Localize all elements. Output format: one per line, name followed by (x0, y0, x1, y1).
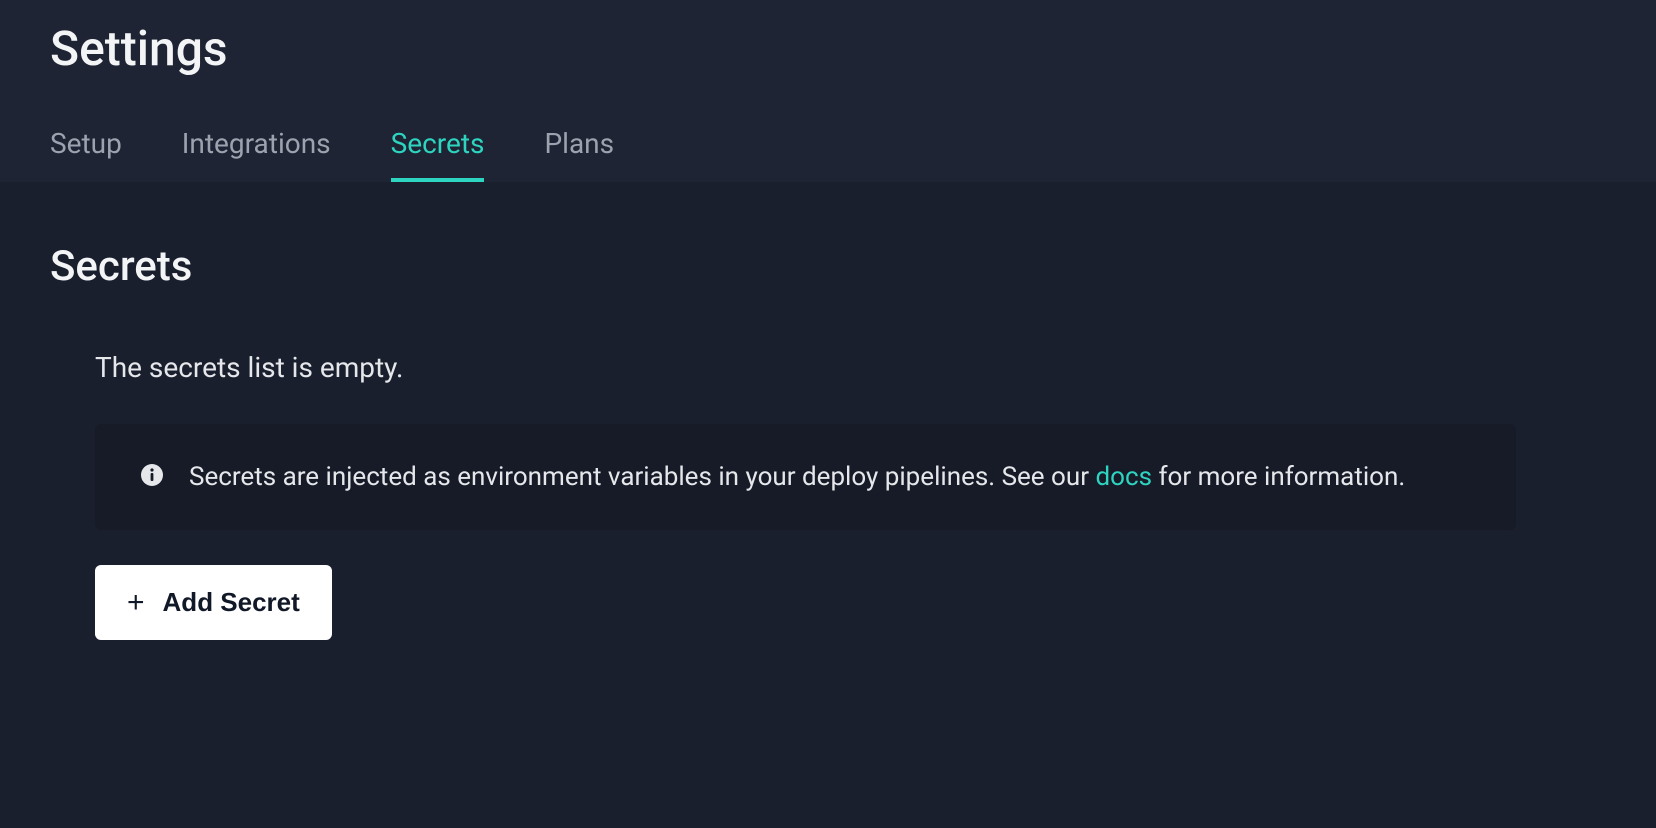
content-section: Secrets The secrets list is empty. Secre… (0, 182, 1656, 640)
tab-plans[interactable]: Plans (544, 127, 614, 182)
info-text-after: for more information. (1152, 462, 1405, 492)
docs-link[interactable]: docs (1095, 462, 1152, 492)
tab-integrations[interactable]: Integrations (182, 127, 331, 182)
info-icon (140, 463, 164, 487)
page-title: Settings (50, 20, 1606, 77)
add-secret-button[interactable]: + Add Secret (95, 565, 332, 640)
info-box: Secrets are injected as environment vari… (95, 424, 1516, 530)
section-title: Secrets (50, 242, 1606, 291)
empty-state-message: The secrets list is empty. (95, 351, 1606, 384)
tab-setup[interactable]: Setup (50, 127, 122, 182)
tabs-nav: Setup Integrations Secrets Plans (50, 127, 1606, 182)
header-section: Settings Setup Integrations Secrets Plan… (0, 0, 1656, 182)
info-text-before: Secrets are injected as environment vari… (189, 462, 1095, 492)
plus-icon: + (127, 588, 145, 618)
tab-secrets[interactable]: Secrets (391, 127, 485, 182)
add-secret-label: Add Secret (163, 587, 300, 618)
info-text: Secrets are injected as environment vari… (189, 459, 1405, 495)
